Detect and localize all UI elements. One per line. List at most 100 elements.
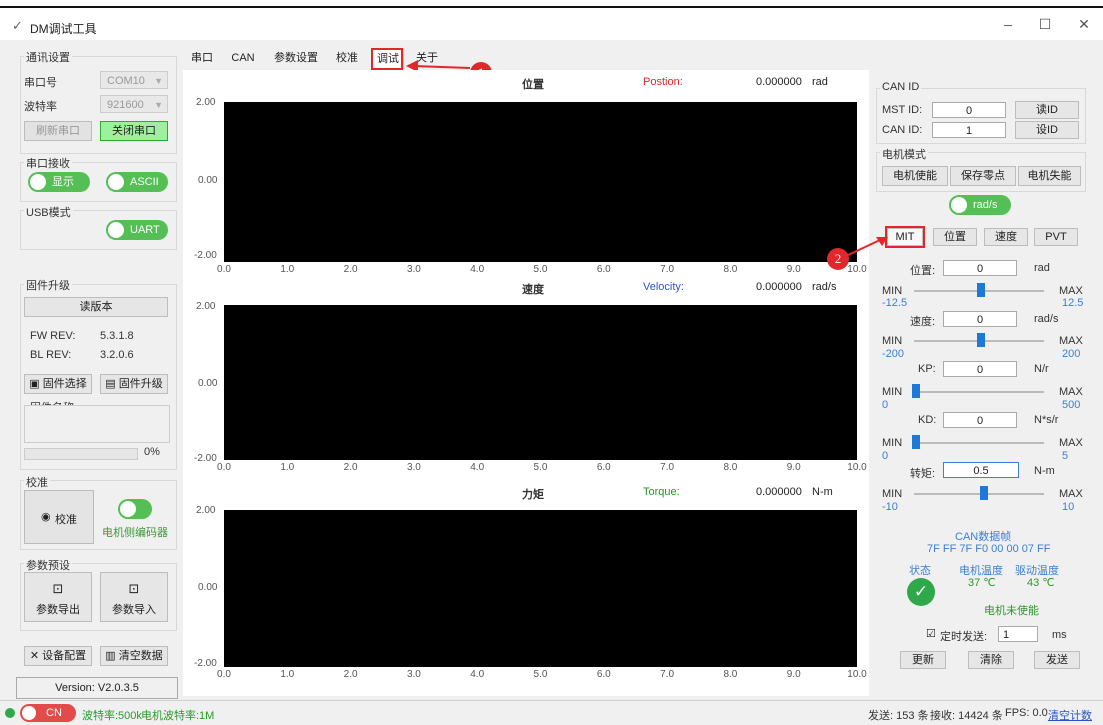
x-tick: 10.0 [847, 462, 867, 473]
chevron-down-icon: ▼ [154, 76, 163, 86]
chart-current-value: 0.000000 [756, 76, 802, 88]
usb-mode-title: USB模式 [24, 204, 73, 220]
x-tick: 7.0 [660, 669, 675, 680]
clear-button[interactable]: 清除 [968, 651, 1014, 669]
unit-toggle[interactable]: rad/s [949, 195, 1011, 215]
export-icon: ⊡ [52, 581, 64, 596]
x-tick: 10.0 [847, 264, 867, 275]
export-params-button[interactable]: ⊡ 参数导出 [24, 572, 92, 622]
param-slider[interactable] [914, 391, 1044, 393]
read-version-button[interactable]: 读版本 [24, 297, 168, 317]
update-button[interactable]: 更新 [900, 651, 946, 669]
y-tick: 2.00 [196, 505, 216, 516]
motor-baud-status: 电机波特率:1M [141, 710, 215, 722]
send-button[interactable]: 发送 [1034, 651, 1080, 669]
x-tick: 7.0 [660, 264, 675, 275]
slider-thumb[interactable] [977, 333, 985, 347]
refresh-port-button[interactable]: 刷新串口 [24, 121, 92, 141]
can-id-input[interactable]: 1 [932, 122, 1006, 138]
x-tick: 6.0 [596, 669, 611, 680]
maximize-button[interactable]: ☐ [1033, 16, 1057, 33]
motor-enable-button[interactable]: 电机使能 [882, 166, 948, 186]
save-zero-button[interactable]: 保存零点 [950, 166, 1016, 186]
timed-send-input[interactable]: 1 [998, 626, 1038, 642]
x-tick: 8.0 [723, 669, 738, 680]
param-slider[interactable] [914, 442, 1044, 444]
toggle-knob [108, 222, 124, 238]
plot-area[interactable] [224, 510, 857, 667]
max-value: 12.5 [1062, 297, 1084, 309]
can-toggle[interactable]: CN [20, 704, 76, 722]
x-tick: 6.0 [596, 264, 611, 275]
ascii-toggle[interactable]: ASCII [106, 172, 168, 192]
tab-can[interactable]: CAN [226, 49, 260, 68]
x-tick: 1.0 [280, 462, 295, 473]
x-tick: 7.0 [660, 462, 675, 473]
plot-area[interactable] [224, 305, 857, 460]
clear-count-link[interactable]: 清空计数 [1048, 707, 1092, 723]
close-port-button[interactable]: 关闭串口 [100, 121, 168, 141]
mode-tab-position[interactable]: 位置 [933, 228, 977, 246]
set-id-button[interactable]: 设ID [1015, 121, 1079, 139]
clear-data-button[interactable]: ▥ 清空数据 [100, 646, 168, 666]
tab-params[interactable]: 参数设置 [270, 49, 322, 68]
import-params-button[interactable]: ⊡ 参数导入 [100, 572, 168, 622]
firmware-upgrade-button[interactable]: ▤ 固件升级 [100, 374, 168, 394]
tab-calibrate[interactable]: 校准 [332, 49, 362, 68]
plot-area[interactable] [224, 102, 857, 262]
close-button[interactable]: ✕ [1072, 16, 1096, 33]
uart-toggle[interactable]: UART [106, 220, 168, 240]
encoder-label: 电机侧编码器 [102, 527, 168, 539]
param-input[interactable]: 0 [943, 412, 1017, 428]
window-title: DM调试工具 [30, 22, 97, 36]
x-tick: 9.0 [786, 462, 801, 473]
tab-serial[interactable]: 串口 [188, 49, 216, 68]
chart-unit: N-m [812, 486, 833, 498]
max-value: 5 [1062, 450, 1069, 462]
chart-current-value: 0.000000 [756, 486, 802, 498]
trash-icon: ▥ [105, 650, 116, 662]
param-unit: N/r [1034, 363, 1049, 375]
param-input[interactable]: 0 [943, 361, 1017, 377]
max-label: MAX [1059, 335, 1083, 347]
encoder-toggle[interactable] [118, 499, 152, 519]
param-input[interactable]: 0 [943, 311, 1017, 327]
timed-send-checkbox[interactable]: ☑ [926, 627, 936, 640]
slider-thumb[interactable] [912, 435, 920, 449]
timed-send-unit: ms [1052, 629, 1067, 641]
mode-tab-velocity[interactable]: 速度 [984, 228, 1028, 246]
param-input[interactable]: 0 [943, 260, 1017, 276]
import-icon: ⊡ [128, 581, 140, 596]
firmware-select-button[interactable]: ▣ 固件选择 [24, 374, 92, 394]
minimize-button[interactable]: – [996, 16, 1020, 32]
status-check-icon: ✓ [907, 578, 935, 606]
device-config-button[interactable]: ✕ 设备配置 [24, 646, 92, 666]
slider-thumb[interactable] [979, 486, 988, 500]
max-value: 200 [1062, 348, 1081, 360]
save-icon: ▤ [105, 378, 116, 390]
mst-id-input[interactable]: 0 [932, 102, 1006, 118]
y-tick: -2.00 [194, 658, 217, 669]
x-tick: 3.0 [406, 264, 421, 275]
comm-settings-title: 通讯设置 [24, 49, 72, 65]
y-tick: 2.00 [196, 97, 216, 108]
chevron-down-icon: ▼ [154, 100, 163, 110]
fw-rev-value: 5.3.1.8 [100, 330, 134, 342]
mode-tab-pvt[interactable]: PVT [1034, 228, 1078, 246]
min-label: MIN [882, 386, 903, 398]
slider-thumb[interactable] [912, 384, 920, 398]
port-select[interactable]: COM10 ▼ [100, 71, 168, 89]
firmware-progress-bar [24, 448, 138, 460]
file-icon: ▣ [29, 378, 40, 390]
y-tick: 0.00 [198, 582, 218, 593]
show-toggle[interactable]: 显示 [28, 172, 90, 192]
top-border [0, 6, 1103, 8]
baud-select[interactable]: 921600 ▼ [100, 95, 168, 113]
calibration-radio[interactable]: ◉ 校准 [24, 490, 94, 544]
motor-disable-button[interactable]: 电机失能 [1018, 166, 1081, 186]
read-id-button[interactable]: 读ID [1015, 101, 1079, 119]
slider-thumb[interactable] [977, 283, 985, 297]
motor-mode-title: 电机模式 [880, 146, 928, 162]
param-input[interactable]: 0.5 [943, 462, 1019, 478]
motor-state-text: 电机未使能 [984, 605, 1039, 617]
